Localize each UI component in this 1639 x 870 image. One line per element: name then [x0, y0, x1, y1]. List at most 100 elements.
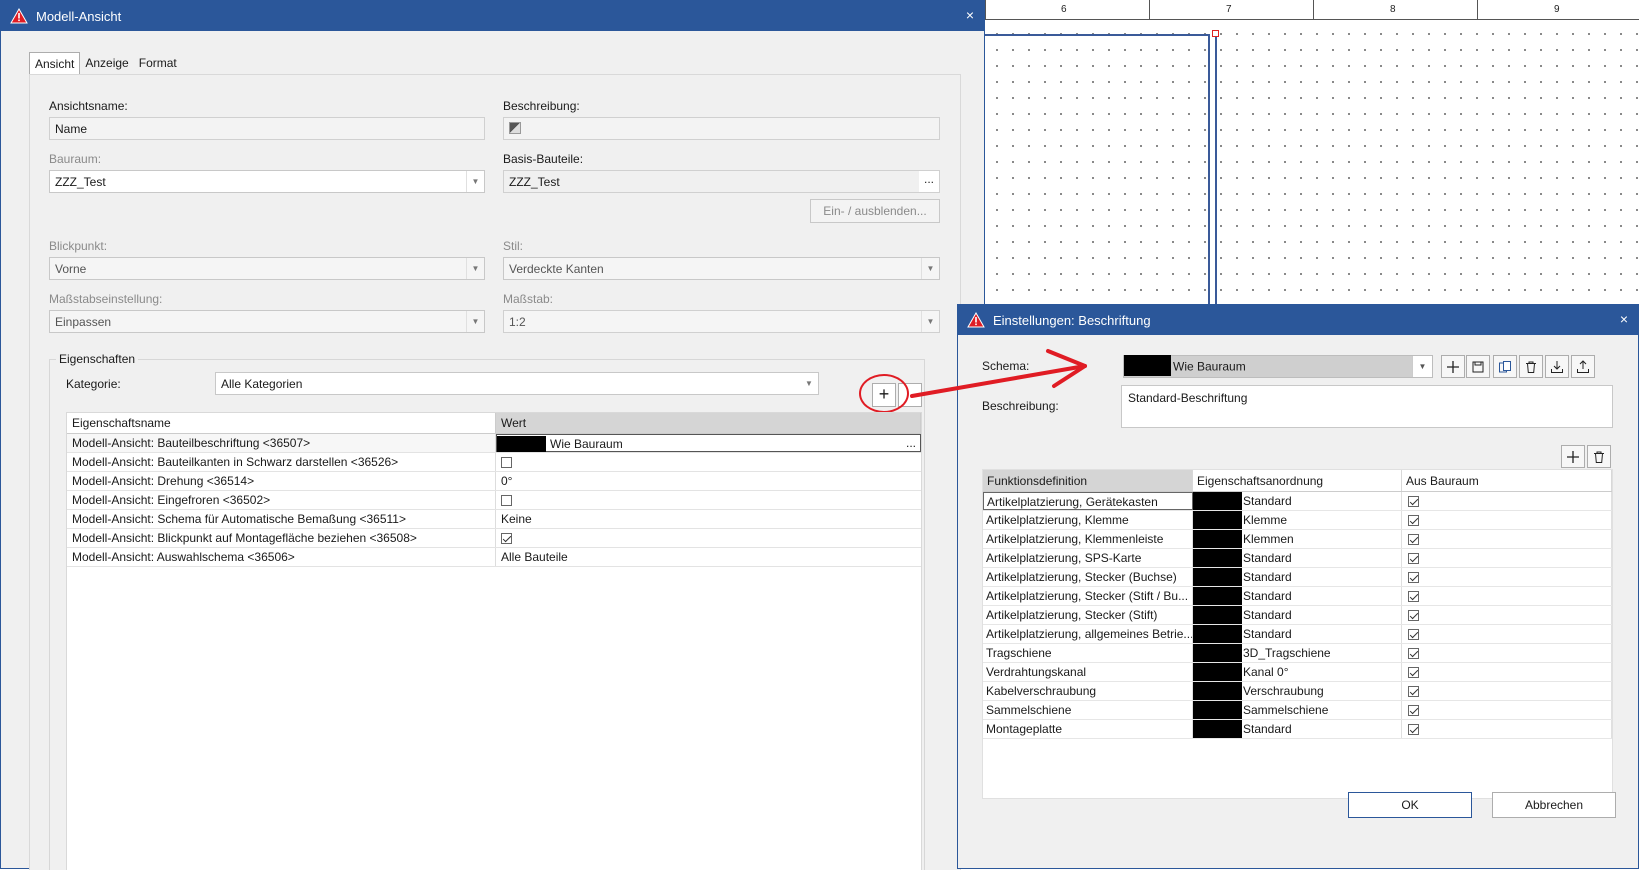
- column-header-eigenschaftsname[interactable]: Eigenschaftsname: [67, 413, 496, 434]
- aus-bauraum-checkbox[interactable]: [1408, 553, 1419, 565]
- aus-bauraum-checkbox[interactable]: [1408, 705, 1419, 717]
- property-value[interactable]: Keine: [496, 510, 921, 528]
- aus-bauraum-checkbox[interactable]: [1408, 724, 1419, 736]
- export-schema-button[interactable]: [1571, 355, 1595, 378]
- ein-ausblenden-button[interactable]: Ein- / ausblenden...: [810, 199, 940, 223]
- massstabseinstellung-select[interactable]: Einpassen ▼: [49, 310, 485, 333]
- multilanguage-icon[interactable]: [509, 122, 521, 134]
- aus-bauraum-checkbox[interactable]: [1408, 515, 1419, 527]
- new-schema-button[interactable]: [1441, 355, 1465, 378]
- table-row[interactable]: Artikelplatzierung, Stecker (Buchse) Stan…: [983, 568, 1612, 587]
- aus-bauraum-checkbox[interactable]: [1408, 534, 1419, 546]
- basis-bauteile-field[interactable]: ZZZ_Test...: [503, 170, 940, 193]
- basis-bauteile-browse-button[interactable]: ...: [919, 171, 939, 192]
- aus-bauraum-cell: [1402, 492, 1612, 510]
- table-row[interactable]: Kabelverschraubung Verschraubung: [983, 682, 1612, 701]
- eigenschaftsanordnung-cell[interactable]: Standard: [1193, 606, 1402, 624]
- eigenschaftsanordnung-cell[interactable]: Standard: [1193, 492, 1402, 510]
- aus-bauraum-checkbox[interactable]: [1408, 648, 1419, 660]
- table-row[interactable]: Artikelplatzierung, Gerätekasten Standard: [983, 492, 1612, 511]
- ansichtsname-field[interactable]: Name: [49, 117, 485, 140]
- close-button[interactable]: ×: [1620, 311, 1628, 327]
- aus-bauraum-checkbox[interactable]: [1408, 667, 1419, 679]
- tab-format[interactable]: Format: [134, 52, 182, 74]
- property-checkbox[interactable]: [501, 457, 512, 469]
- delete-schema-button[interactable]: [1519, 355, 1543, 378]
- table-row[interactable]: Tragschiene 3D_Tragschiene: [983, 644, 1612, 663]
- redacted-block: [1193, 720, 1242, 738]
- selection-handle[interactable]: [1212, 30, 1219, 37]
- cancel-button[interactable]: Abbrechen: [1492, 792, 1616, 818]
- property-checkbox[interactable]: [501, 495, 512, 507]
- table-row[interactable]: Artikelplatzierung, Klemme Klemme: [983, 511, 1612, 530]
- aus-bauraum-checkbox[interactable]: [1408, 686, 1419, 698]
- massstab-select[interactable]: 1:2 ▼: [503, 310, 940, 333]
- blickpunkt-label: Blickpunkt:: [49, 239, 108, 253]
- table-row[interactable]: Montageplatte Standard: [983, 720, 1612, 739]
- bauraum-select[interactable]: ZZZ_Test ▼: [49, 170, 485, 193]
- eigenschaftsanordnung-cell[interactable]: Verschraubung: [1193, 682, 1402, 700]
- import-schema-button[interactable]: [1545, 355, 1569, 378]
- save-schema-button[interactable]: [1466, 355, 1490, 378]
- eigenschaftsanordnung-cell[interactable]: Standard: [1193, 549, 1402, 567]
- annotation-circle: [859, 374, 909, 413]
- column-header-aus-bauraum[interactable]: Aus Bauraum: [1402, 470, 1612, 491]
- schema-select[interactable]: Wie Bauraum ▼: [1123, 355, 1433, 378]
- eigenschaftsanordnung-cell[interactable]: Standard: [1193, 568, 1402, 586]
- eigenschaftsanordnung-cell[interactable]: Klemme: [1193, 511, 1402, 529]
- massstab-value: 1:2: [509, 315, 526, 329]
- beschreibung-field[interactable]: [503, 117, 940, 140]
- table-row[interactable]: Modell-Ansicht: Bauteilbeschriftung <365…: [67, 434, 921, 453]
- table-row[interactable]: Modell-Ansicht: Schema für Automatische …: [67, 510, 921, 529]
- eigenschaftsanordnung-cell[interactable]: Klemmen: [1193, 530, 1402, 548]
- funktionsdefinition-cell: Artikelplatzierung, Stecker (Stift / Bu.…: [983, 587, 1193, 605]
- chevron-down-icon: ▼: [466, 171, 484, 192]
- blickpunkt-select[interactable]: Vorne ▼: [49, 257, 485, 280]
- tab-ansicht[interactable]: Ansicht: [29, 52, 81, 75]
- eigenschaftsanordnung-cell[interactable]: Sammelschiene: [1193, 701, 1402, 719]
- table-row[interactable]: Modell-Ansicht: Auswahlschema <36506> Al…: [67, 548, 921, 567]
- table-row[interactable]: Sammelschiene Sammelschiene: [983, 701, 1612, 720]
- aus-bauraum-checkbox[interactable]: [1408, 629, 1419, 641]
- stil-select[interactable]: Verdeckte Kanten ▼: [503, 257, 940, 280]
- funktionsdefinition-cell: Artikelplatzierung, Gerätekasten: [983, 492, 1193, 510]
- property-checkbox[interactable]: [501, 533, 512, 545]
- copy-schema-button[interactable]: [1493, 355, 1517, 378]
- table-row[interactable]: Artikelplatzierung, SPS-Karte Standard: [983, 549, 1612, 568]
- aus-bauraum-checkbox[interactable]: [1408, 572, 1419, 584]
- aus-bauraum-checkbox[interactable]: [1408, 591, 1419, 603]
- close-button[interactable]: ×: [966, 7, 974, 23]
- property-value-cell[interactable]: Wie Bauraum...: [496, 434, 921, 453]
- browse-button[interactable]: ...: [906, 436, 916, 450]
- kategorie-select[interactable]: Alle Kategorien ▼: [215, 372, 819, 395]
- beschreibung-textarea[interactable]: Standard-Beschriftung: [1121, 385, 1613, 428]
- table-row[interactable]: Verdrahtungskanal Kanal 0°: [983, 663, 1612, 682]
- ok-button[interactable]: OK: [1348, 792, 1472, 818]
- table-row[interactable]: Modell-Ansicht: Eingefroren <36502>: [67, 491, 921, 510]
- eigenschaftsanordnung-cell[interactable]: Kanal 0°: [1193, 663, 1402, 681]
- bauraum-value: ZZZ_Test: [55, 175, 106, 189]
- add-row-button[interactable]: [1561, 445, 1585, 468]
- table-row[interactable]: Modell-Ansicht: Bauteilkanten in Schwarz…: [67, 453, 921, 472]
- table-row[interactable]: Artikelplatzierung, Klemmenleiste Klemmen: [983, 530, 1612, 549]
- tab-anzeige[interactable]: Anzeige: [80, 52, 133, 74]
- column-header-funktionsdefinition[interactable]: Funktionsdefinition: [983, 470, 1193, 491]
- eigenschaftsanordnung-cell[interactable]: Standard: [1193, 625, 1402, 643]
- table-row[interactable]: Modell-Ansicht: Drehung <36514> 0°: [67, 472, 921, 491]
- table-row[interactable]: Artikelplatzierung, Stecker (Stift / Bu.…: [983, 587, 1612, 606]
- table-row[interactable]: Artikelplatzierung, Stecker (Stift) Stand…: [983, 606, 1612, 625]
- column-header-eigenschaftsanordnung[interactable]: Eigenschaftsanordnung: [1193, 470, 1402, 491]
- aus-bauraum-checkbox[interactable]: [1408, 610, 1419, 622]
- table-row[interactable]: Modell-Ansicht: Blickpunkt auf Montagefl…: [67, 529, 921, 548]
- column-header-wert[interactable]: Wert: [496, 413, 921, 434]
- property-value[interactable]: 0°: [496, 472, 921, 490]
- delete-row-button[interactable]: [1587, 445, 1611, 468]
- chevron-down-icon: ▼: [466, 311, 484, 332]
- eigenschaftsanordnung-cell[interactable]: 3D_Tragschiene: [1193, 644, 1402, 662]
- eigenschaftsanordnung-cell[interactable]: Standard: [1193, 720, 1402, 738]
- eigenschaftsanordnung-cell[interactable]: Standard: [1193, 587, 1402, 605]
- aus-bauraum-checkbox[interactable]: [1408, 496, 1419, 508]
- property-value[interactable]: Alle Bauteile: [496, 548, 921, 566]
- table-row[interactable]: Artikelplatzierung, allgemeines Betrie..…: [983, 625, 1612, 644]
- bauraum-label: Bauraum:: [49, 152, 102, 166]
